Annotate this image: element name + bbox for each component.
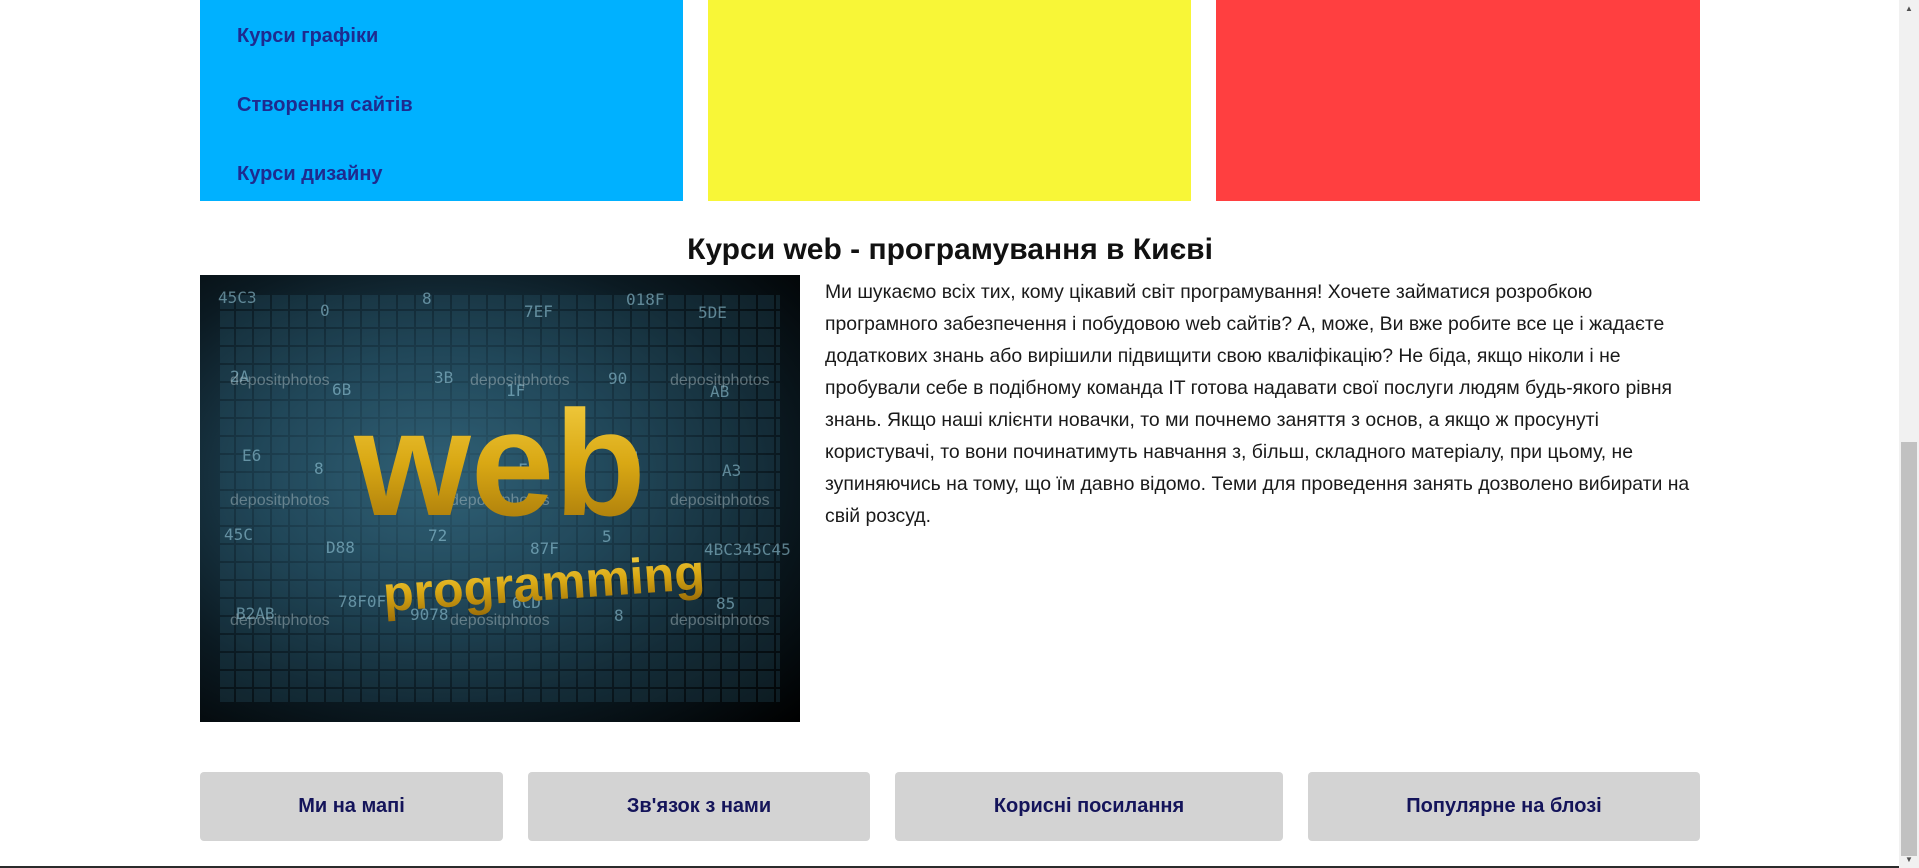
red-block xyxy=(1216,0,1700,201)
watermark-text: depositphotos xyxy=(670,492,770,509)
code-digit: 5DE xyxy=(698,303,727,322)
scroll-down-arrow-icon[interactable]: ▼ xyxy=(1899,851,1919,868)
section-title: Курси web - програмування в Києві xyxy=(687,233,1213,266)
code-digit: 78F0F xyxy=(338,592,386,611)
watermark-text: depositphotos xyxy=(230,372,330,389)
code-digit: 85 xyxy=(716,594,735,613)
web-programming-image: 45C3 0 8 7EF 018F 5DE 2A 6B 3B 1F 90 AB E6 8 C F68 B4 A3 4… xyxy=(200,275,800,722)
code-digit: 4BC345C45 xyxy=(704,540,791,559)
code-digit: 8 xyxy=(422,289,432,308)
watermark-text: depositphotos xyxy=(670,612,770,629)
web-programming-illustration: 45C3087EF018F5DE2A6B3B1F90ABE68CF68B4A34… xyxy=(218,288,791,702)
side-link-website-creation[interactable]: Створення сайтів xyxy=(237,93,413,117)
code-digit: E6 xyxy=(242,446,261,465)
side-link-graphics-courses[interactable]: Курси графіки xyxy=(237,24,378,48)
yellow-block xyxy=(708,0,1191,201)
code-digit: 018F xyxy=(626,290,665,309)
code-digit: 45C xyxy=(224,525,253,544)
code-digit: 8 xyxy=(614,606,624,625)
scroll-thumb[interactable] xyxy=(1901,442,1917,856)
side-link-design-courses[interactable]: Курси дизайну xyxy=(237,162,383,186)
code-digit: D88 xyxy=(326,538,355,557)
code-digit: 0 xyxy=(320,301,330,320)
page: Курси графіки Створення сайтів Курси диз… xyxy=(0,0,1919,868)
code-digit: 45C3 xyxy=(218,288,257,307)
code-digit: A3 xyxy=(722,461,741,480)
watermark-text: depositphotos xyxy=(230,492,330,509)
code-digit: 7EF xyxy=(524,302,553,321)
code-digit: 8 xyxy=(314,459,324,478)
code-digit: 6B xyxy=(332,380,351,399)
vertical-scrollbar[interactable]: ▲ ▼ xyxy=(1899,0,1919,868)
useful-links-button[interactable]: Корисні посилання xyxy=(895,772,1283,841)
popular-blog-button[interactable]: Популярне на блозі xyxy=(1308,772,1700,841)
web-word: web xyxy=(353,379,646,547)
contact-button[interactable]: Зв'язок з нами xyxy=(528,772,870,841)
map-button[interactable]: Ми на мапі xyxy=(200,772,503,841)
content-column: Курси графіки Створення сайтів Курси диз… xyxy=(200,0,1700,868)
watermark-text: depositphotos xyxy=(670,372,770,389)
watermark-text: depositphotos xyxy=(230,612,330,629)
scroll-up-arrow-icon[interactable]: ▲ xyxy=(1899,0,1919,17)
section-description: Ми шукаємо всіх тих, кому цікавий світ п… xyxy=(825,281,1690,527)
